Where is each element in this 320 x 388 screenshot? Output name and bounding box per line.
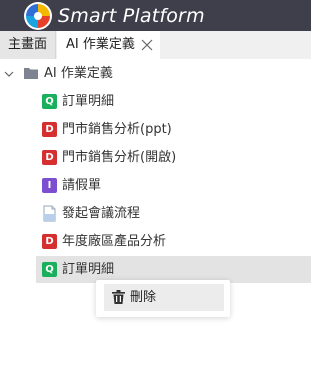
document-icon <box>43 205 56 222</box>
dashboard-icon: D <box>42 122 57 137</box>
trash-icon <box>112 290 125 304</box>
close-icon[interactable] <box>141 39 153 51</box>
query-icon: Q <box>42 262 57 277</box>
tree-root-label: AI 作業定義 <box>44 66 113 81</box>
app-logo-icon <box>24 2 52 30</box>
chevron-down-icon[interactable] <box>4 69 14 79</box>
delete-menu-item[interactable]: 刪除 <box>104 284 224 311</box>
list-item-label: 門市銷售分析(開啟) <box>62 150 177 165</box>
list-item-leave-form[interactable]: I 請假單 <box>36 172 311 199</box>
list-item-annual-plant-analysis[interactable]: D 年度廠區產品分析 <box>36 228 311 255</box>
list-item-label: 訂單明細 <box>62 262 115 277</box>
tab-home[interactable]: 主畫面 <box>0 31 56 59</box>
list-item-order-detail[interactable]: Q 訂單明細 <box>36 88 311 115</box>
list-item-store-sales-ppt[interactable]: D 門市銷售分析(ppt) <box>36 116 311 143</box>
query-icon: Q <box>42 94 57 109</box>
folder-icon <box>24 68 38 79</box>
list-item-label: 年度廠區產品分析 <box>62 234 167 249</box>
tree-root-folder[interactable]: AI 作業定義 <box>0 62 311 86</box>
app-title: Smart Platform <box>58 5 205 27</box>
delete-label: 刪除 <box>130 290 157 305</box>
context-menu: 刪除 <box>96 280 230 317</box>
list-item-order-detail-selected[interactable]: Q 訂單明細 <box>36 256 311 283</box>
tab-ai-job-definition[interactable]: AI 作業定義 <box>57 31 160 59</box>
list-item-meeting-flow[interactable]: 發起會議流程 <box>36 200 311 227</box>
input-form-icon: I <box>42 178 57 193</box>
dashboard-icon: D <box>42 150 57 165</box>
tab-label: AI 作業定義 <box>66 37 135 52</box>
dashboard-icon: D <box>42 234 57 249</box>
list-item-label: 請假單 <box>62 178 102 193</box>
list-item-label: 發起會議流程 <box>62 206 141 221</box>
list-item-label: 門市銷售分析(ppt) <box>62 122 172 137</box>
list-item-label: 訂單明細 <box>62 94 115 109</box>
list-item-store-sales-open[interactable]: D 門市銷售分析(開啟) <box>36 144 311 171</box>
